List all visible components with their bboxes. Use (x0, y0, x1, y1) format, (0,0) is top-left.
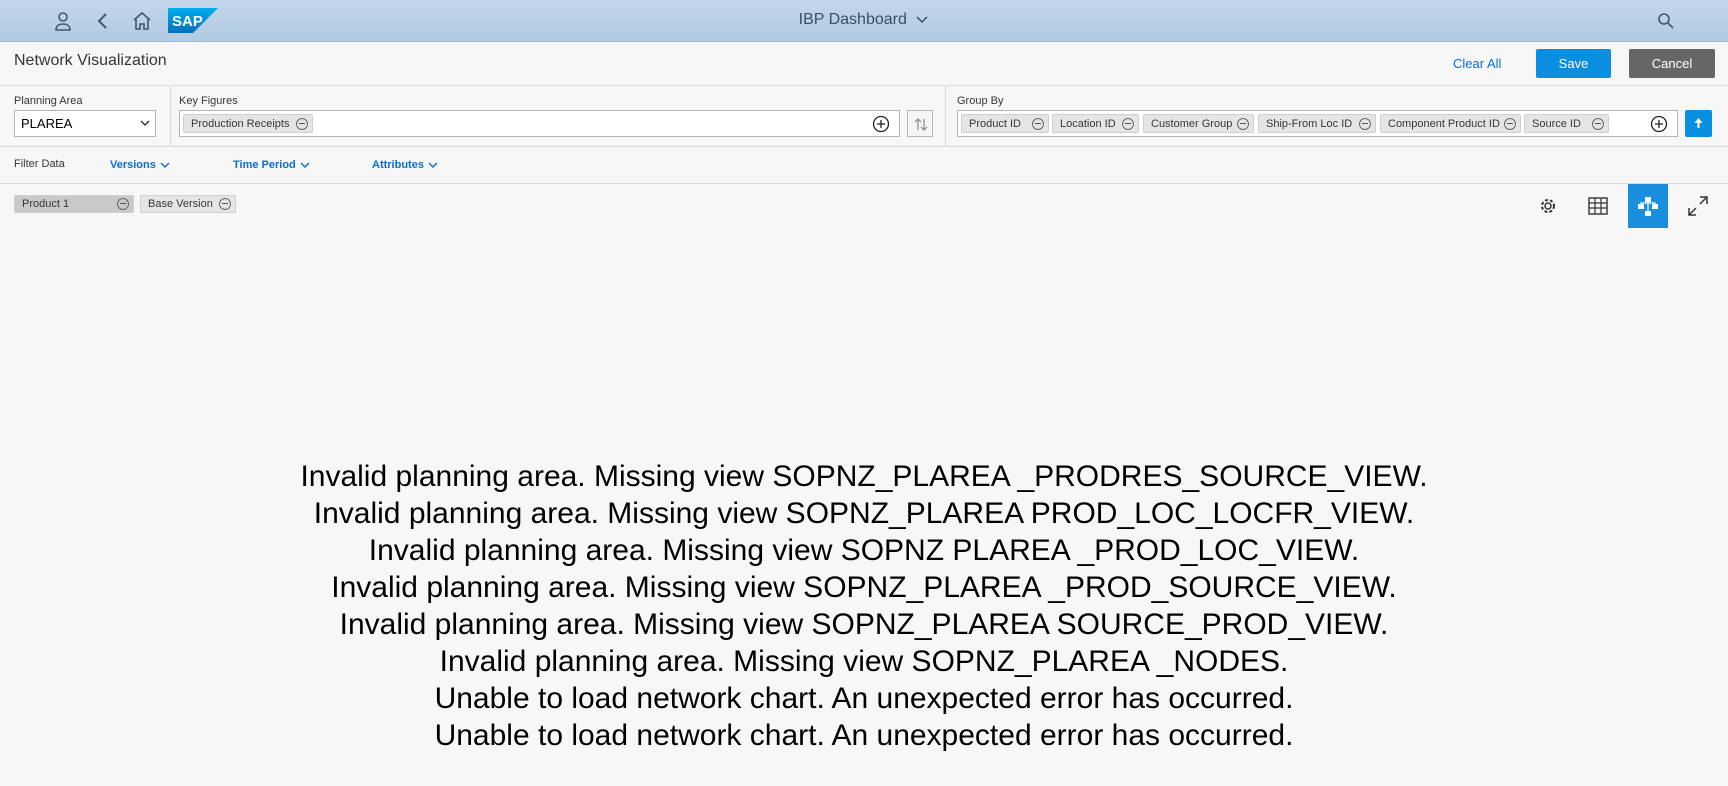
network-view-button[interactable] (1628, 184, 1668, 228)
table-view-button[interactable] (1578, 186, 1618, 226)
token-label: Source ID (1532, 118, 1581, 130)
filter-chip-version[interactable]: Base Version (140, 195, 236, 213)
group-by-token[interactable]: Location ID (1052, 114, 1139, 133)
token-label: Customer Group (1151, 118, 1233, 130)
remove-token-icon[interactable] (1032, 118, 1044, 130)
planning-area-select[interactable]: PLAREA (14, 110, 156, 137)
error-message: Invalid planning area. Missing view SOPN… (300, 460, 1428, 493)
remove-token-icon[interactable] (1122, 118, 1134, 130)
planning-area-value: PLAREA (21, 116, 73, 131)
group-by-token[interactable]: Ship-From Loc ID (1258, 114, 1376, 133)
token-label: Location ID (1060, 118, 1116, 130)
gear-icon (1541, 199, 1555, 213)
remove-chip-icon[interactable] (219, 198, 231, 210)
group-by-token[interactable]: Component Product ID (1380, 114, 1521, 133)
error-message: Invalid planning area. Missing view SOPN… (368, 534, 1360, 567)
clear-all-button[interactable]: Clear All (1453, 56, 1501, 71)
group-by-input[interactable]: Product ID Location ID Customer Group Sh… (957, 110, 1678, 137)
error-message: Invalid planning area. Missing view SOPN… (439, 645, 1289, 678)
grid-icon (1588, 197, 1608, 215)
versions-label: Versions (110, 159, 156, 171)
save-button[interactable]: Save (1536, 49, 1611, 78)
group-by-token[interactable]: Customer Group (1143, 114, 1254, 133)
versions-dropdown[interactable]: Versions (110, 159, 170, 171)
error-message: Unable to load network chart. An unexpec… (434, 719, 1294, 752)
add-icon[interactable] (1650, 115, 1668, 133)
remove-token-icon[interactable] (1237, 118, 1249, 130)
key-figures-label: Key Figures (179, 95, 238, 107)
planning-area-label: Planning Area (14, 95, 83, 107)
search-icon[interactable] (1654, 9, 1678, 33)
add-icon[interactable] (872, 115, 890, 133)
group-by-token[interactable]: Source ID (1524, 114, 1609, 133)
swap-icon (914, 118, 928, 131)
time-period-label: Time Period (233, 159, 296, 171)
selection-bar: Planning Area PLAREA Key Figures Product… (0, 86, 1728, 147)
chevron-down-icon (428, 162, 438, 169)
token-label: Product ID (969, 118, 1021, 130)
key-figures-input[interactable]: Production Receipts (179, 110, 900, 137)
move-up-button[interactable] (1685, 110, 1712, 137)
fullscreen-button[interactable] (1678, 186, 1718, 226)
token-label: Component Product ID (1388, 118, 1500, 130)
settings-button[interactable] (1528, 186, 1568, 226)
expand-icon (1688, 196, 1708, 216)
error-message: Unable to load network chart. An unexpec… (434, 682, 1294, 715)
divider (170, 86, 171, 146)
remove-token-icon[interactable] (1359, 118, 1371, 130)
group-by-label: Group By (957, 95, 1004, 107)
remove-token-icon[interactable] (1504, 118, 1516, 130)
error-message: Invalid planning area. Missing view SOPN… (331, 571, 1397, 604)
remove-chip-icon[interactable] (117, 198, 129, 210)
chevron-down-icon (160, 162, 170, 169)
arrow-up-icon (1694, 118, 1703, 128)
error-message: Invalid planning area. Missing view SOPN… (313, 497, 1415, 530)
network-icon (1638, 197, 1658, 216)
filter-chip-product[interactable]: Product 1 (14, 195, 134, 213)
app-title: IBP Dashboard (798, 11, 907, 28)
token-label: Production Receipts (191, 118, 290, 130)
remove-token-icon[interactable] (1592, 118, 1604, 130)
token-label: Ship-From Loc ID (1266, 118, 1353, 130)
chip-label: Product 1 (22, 198, 70, 210)
attributes-dropdown[interactable]: Attributes (372, 159, 438, 171)
chevron-down-icon (300, 162, 310, 169)
app-title-menu[interactable]: IBP Dashboard (0, 11, 1728, 29)
attributes-label: Attributes (372, 159, 424, 171)
shell-bar: SAP IBP Dashboard (0, 0, 1728, 42)
error-messages: Invalid planning area. Missing view SOPN… (0, 458, 1728, 754)
filter-data-label: Filter Data (14, 158, 65, 170)
cancel-button[interactable]: Cancel (1629, 49, 1715, 78)
divider (945, 86, 946, 146)
swap-button[interactable] (907, 110, 933, 137)
group-by-token[interactable]: Product ID (961, 114, 1049, 133)
chevron-down-icon (916, 16, 928, 23)
key-figure-token[interactable]: Production Receipts (183, 114, 313, 133)
page-header: Network Visualization Clear All Save Can… (0, 43, 1728, 86)
remove-token-icon[interactable] (296, 118, 308, 130)
time-period-dropdown[interactable]: Time Period (233, 159, 310, 171)
chevron-down-icon (140, 120, 150, 127)
chip-label: Base Version (148, 198, 213, 210)
error-message: Invalid planning area. Missing view SOPN… (339, 608, 1389, 641)
filter-bar: Filter Data Versions Time Period Attribu… (0, 148, 1728, 184)
page-title: Network Visualization (14, 52, 167, 69)
